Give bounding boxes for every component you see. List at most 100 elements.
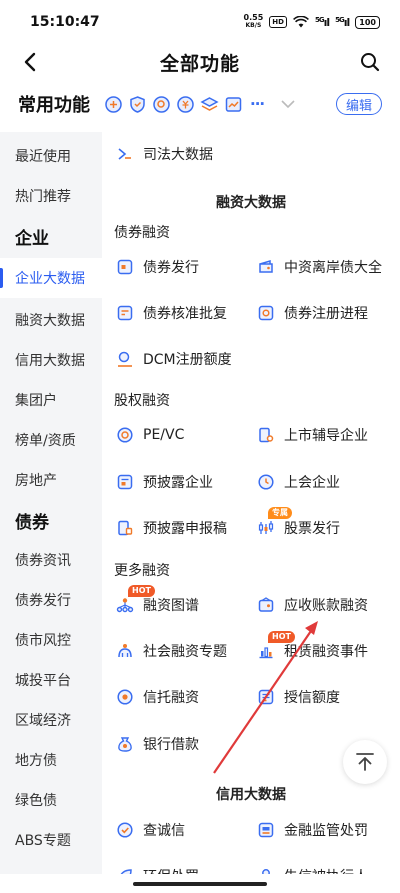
sidebar-item-lgfv[interactable]: 城投平台 <box>0 660 102 700</box>
function-item-trust-financing[interactable]: 信托融资 <box>116 683 199 711</box>
money-bag-icon <box>116 735 134 753</box>
hot-badge: HOT <box>268 631 295 643</box>
integrity-icon <box>116 821 134 839</box>
chevron-left-icon <box>24 52 36 72</box>
function-item-financing-graph[interactable]: HOT 融资图谱 <box>116 585 199 619</box>
signal-icon-2: 5Gıl <box>335 15 350 29</box>
sidebar-item-real-estate[interactable]: 房地产 <box>0 460 102 500</box>
wifi-icon <box>292 16 309 28</box>
status-time: 15:10:47 <box>30 14 100 30</box>
function-label: 社会融资专题 <box>143 644 227 660</box>
candlestick-icon <box>257 519 275 537</box>
chart-icon[interactable] <box>224 95 243 114</box>
sidebar-item-bond-issue[interactable]: 债券发行 <box>0 580 102 620</box>
sidebar-item-bond-risk[interactable]: 债市风控 <box>0 620 102 660</box>
function-label: 应收账款融资 <box>284 598 368 614</box>
function-item-offshore-bond[interactable]: 中资离岸债大全 <box>257 253 382 281</box>
sidebar-item-green-bond[interactable]: 绿色债 <box>0 780 102 820</box>
function-item-dcm[interactable]: DCM注册额度 <box>116 345 232 373</box>
expand-favorites-button[interactable] <box>278 94 298 114</box>
function-label: 信托融资 <box>143 690 199 706</box>
function-item-bond-approval[interactable]: 债券核准批复 <box>116 299 227 327</box>
function-item-stock-issue[interactable]: 专属 股票发行 <box>257 507 340 542</box>
function-label: 查诚信 <box>143 823 185 839</box>
hd-icon: HD <box>269 16 287 28</box>
function-label: 中资离岸债大全 <box>284 260 382 276</box>
function-label: 预披露申报稿 <box>143 521 227 537</box>
search-person-icon <box>116 350 134 368</box>
function-label: 租赁融资事件 <box>284 644 368 660</box>
function-item-receivables-financing[interactable]: 应收账款融资 <box>257 591 368 619</box>
function-label: 融资图谱 <box>143 598 199 614</box>
coin-icon[interactable] <box>176 95 195 114</box>
bond-issue-icon[interactable] <box>104 95 123 114</box>
page-title: 全部功能 <box>159 52 240 75</box>
sidebar-item-abs[interactable]: ABS专题 <box>0 820 102 860</box>
sidebar-item-financing-bigdata[interactable]: 融资大数据 <box>0 300 102 340</box>
sidebar-item-recent[interactable]: 最近使用 <box>0 136 102 176</box>
sidebar-item-hot[interactable]: 热门推荐 <box>0 176 102 216</box>
function-label: 银行借款 <box>143 737 199 753</box>
group-title-equity-financing: 股权融资 <box>114 393 170 409</box>
function-item-pevc[interactable]: PE/VC <box>116 421 184 449</box>
document-icon <box>116 258 134 276</box>
wallet-icon <box>257 258 275 276</box>
function-label: 上市辅导企业 <box>284 428 368 444</box>
credit-line-icon <box>257 688 275 706</box>
signal-icon-1: 5Gıl <box>314 15 330 29</box>
function-item-pre-disclosure-draft[interactable]: 预披露申报稿 <box>116 514 227 542</box>
hot-badge: HOT <box>128 585 155 597</box>
status-indicators: 0.55 KB/S HD 5Gıl 5Gıl 100 <box>244 14 380 30</box>
gesture-bar <box>0 874 400 893</box>
signal-label-2: 5G <box>335 15 345 24</box>
clock-icon <box>257 473 275 491</box>
function-item-integrity-check[interactable]: 查诚信 <box>116 816 185 844</box>
sidebar-item-enterprise-bigdata[interactable]: 企业大数据 <box>0 258 102 298</box>
file-icon <box>116 473 134 491</box>
function-label: 预披露企业 <box>143 475 213 491</box>
home-indicator[interactable] <box>133 882 267 886</box>
edit-button[interactable]: 编辑 <box>336 93 382 115</box>
registration-icon <box>257 304 275 322</box>
function-label: 债券注册进程 <box>284 306 368 322</box>
target-icon <box>116 426 134 444</box>
group-title-bond-financing: 债券融资 <box>114 225 170 241</box>
sidebar-item-credit-bigdata[interactable]: 信用大数据 <box>0 340 102 380</box>
function-item-bond-issue[interactable]: 债券发行 <box>116 253 199 281</box>
function-label: 债券发行 <box>143 260 199 276</box>
search-button[interactable] <box>356 48 384 76</box>
favorite-icons: ··· <box>104 95 265 114</box>
sidebar-item-local-bond[interactable]: 地方债 <box>0 740 102 780</box>
function-item-listing-tutor[interactable]: 上市辅导企业 <box>257 421 368 449</box>
chevron-down-icon <box>281 99 295 108</box>
sidebar-header-enterprise: 企业 <box>15 228 49 249</box>
search-data-icon[interactable] <box>152 95 171 114</box>
sidebar-item-rankings[interactable]: 榜单/资质 <box>0 420 102 460</box>
function-item-bank-loan[interactable]: 银行借款 <box>116 730 199 758</box>
function-item-review-meeting[interactable]: 上会企业 <box>257 468 340 496</box>
shield-icon[interactable] <box>128 95 147 114</box>
favorites-row: 常用功能 ··· 编辑 <box>0 84 400 124</box>
judicial-icon <box>116 145 134 163</box>
function-label: 债券核准批复 <box>143 306 227 322</box>
function-item-social-financing[interactable]: 社会融资专题 <box>116 637 227 665</box>
sidebar-item-group[interactable]: 集团户 <box>0 380 102 420</box>
function-item-pre-disclosure[interactable]: 预披露企业 <box>116 468 213 496</box>
back-to-top-button[interactable] <box>343 740 387 784</box>
more-icon[interactable]: ··· <box>250 95 265 113</box>
network-speed-unit: KB/S <box>245 22 262 29</box>
sidebar-item-regional-economy[interactable]: 区域经济 <box>0 700 102 740</box>
sidebar-item-bond-news[interactable]: 债券资讯 <box>0 540 102 580</box>
layers-icon[interactable] <box>200 95 219 114</box>
status-bar: 15:10:47 0.55 KB/S HD 5Gıl 5Gıl 100 <box>0 0 400 44</box>
function-item-credit-line[interactable]: 授信额度 <box>257 683 340 711</box>
network-icon <box>116 596 134 614</box>
function-label: DCM注册额度 <box>143 352 232 368</box>
people-icon <box>116 642 134 660</box>
function-item-leasing-event[interactable]: HOT 租赁融资事件 <box>257 631 368 665</box>
function-item-judicial[interactable]: 司法大数据 <box>116 140 213 168</box>
function-item-regulatory-penalty[interactable]: 金融监管处罚 <box>257 816 368 844</box>
penalty-icon <box>257 821 275 839</box>
back-button[interactable] <box>16 48 44 76</box>
function-item-bond-registration[interactable]: 债券注册进程 <box>257 299 368 327</box>
